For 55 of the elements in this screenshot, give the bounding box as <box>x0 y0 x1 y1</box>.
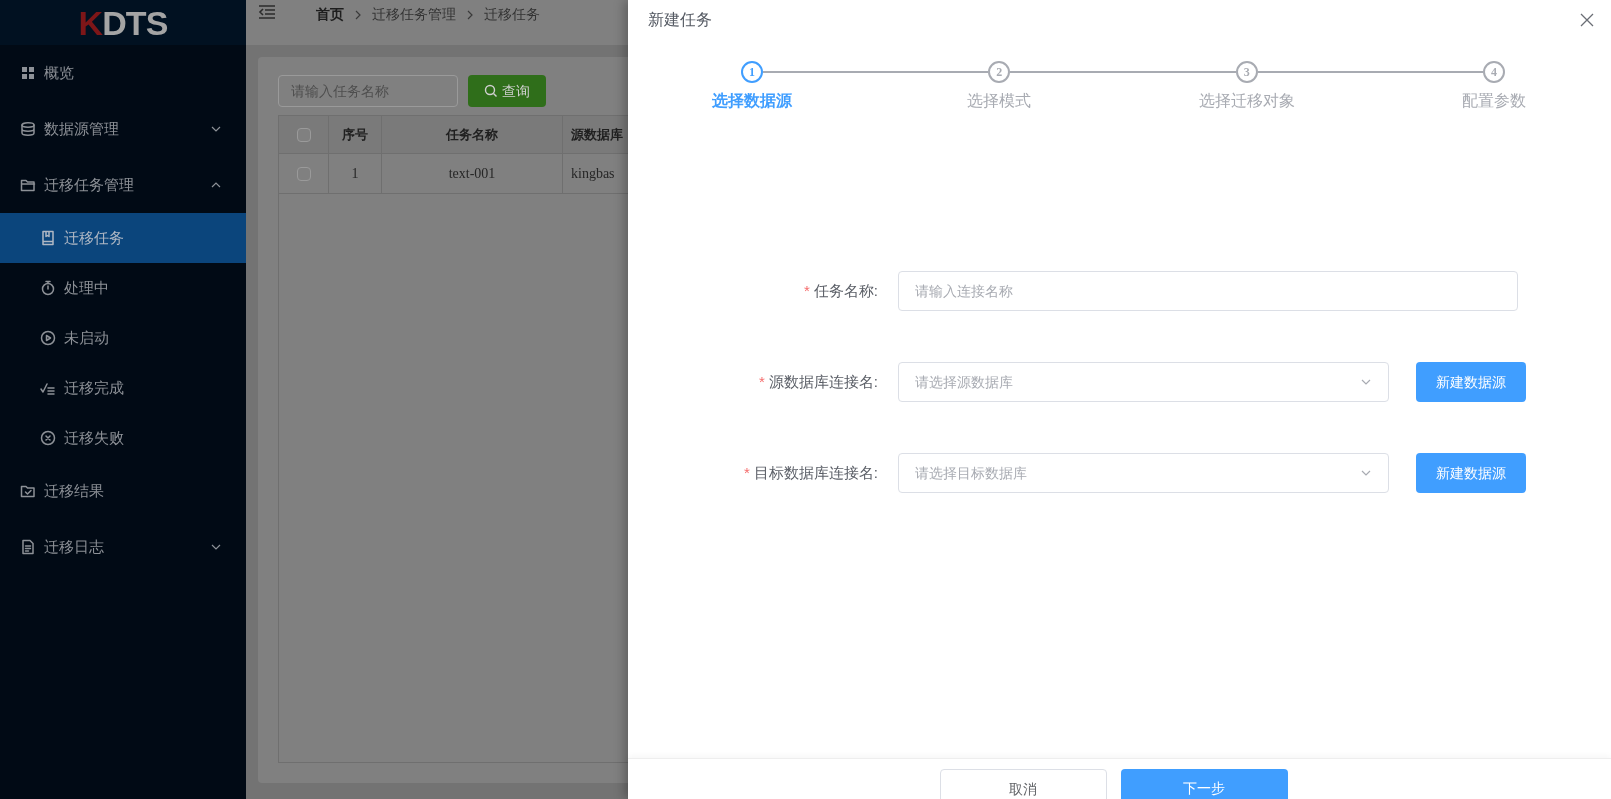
sidebar-subitem[interactable]: 迁移失败 <box>0 413 246 463</box>
step-number: 4 <box>1483 61 1505 83</box>
sidebar-subitem[interactable]: 未启动 <box>0 313 246 363</box>
breadcrumb-link[interactable]: 迁移任务管理 <box>372 4 456 25</box>
new-datasource-button[interactable]: 新建数据源 <box>1416 362 1526 402</box>
step-label: 配置参数 <box>1462 91 1526 111</box>
column-header: 序号 <box>342 125 368 144</box>
step-number: 1 <box>741 61 763 83</box>
grid-icon <box>20 65 36 81</box>
field-label: 目标数据库连接名: <box>753 462 878 483</box>
step-number: 3 <box>1235 61 1258 83</box>
field-label: 源数据库连接名: <box>768 371 878 392</box>
checkbox[interactable] <box>296 127 311 142</box>
folder-icon <box>20 177 36 193</box>
breadcrumb-link[interactable]: 迁移任务 <box>484 4 540 25</box>
cancel-button[interactable]: 取消 <box>939 769 1107 799</box>
required-mark: * <box>804 280 810 301</box>
menu-icon[interactable] <box>258 5 276 19</box>
close-icon[interactable] <box>1579 12 1595 28</box>
search-button[interactable]: 查询 <box>468 75 546 107</box>
sidebar-subitem[interactable]: 迁移完成 <box>0 363 246 413</box>
step-label: 选择模式 <box>967 91 1032 111</box>
table-cell-text: 1 <box>351 165 359 183</box>
folder-check-icon <box>20 483 36 499</box>
sidebar-item[interactable]: 迁移结果 <box>0 463 246 519</box>
sidebar-item[interactable]: 数据源管理 <box>0 101 246 157</box>
checkbox[interactable] <box>296 166 311 181</box>
column-header: 任务名称 <box>446 125 498 144</box>
timer-icon <box>40 280 56 296</box>
table-cell-text: text-001 <box>448 165 496 183</box>
check-list-icon <box>40 380 56 396</box>
step-label: 选择迁移对象 <box>1198 91 1295 111</box>
step-number: 2 <box>988 61 1011 83</box>
drawer-title: 新建任务 <box>648 10 712 30</box>
required-mark: * <box>759 371 765 392</box>
sidebar-subitem[interactable]: 处理中 <box>0 263 246 313</box>
next-button[interactable]: 下一步 <box>1120 769 1288 799</box>
step-label: 选择数据源 <box>712 91 792 111</box>
sidebar-item[interactable]: 迁移任务管理 <box>0 157 246 213</box>
sidebar-subitem[interactable]: 迁移任务 <box>0 213 246 263</box>
search-icon <box>484 84 498 98</box>
required-mark: * <box>744 462 750 483</box>
book-icon <box>40 230 56 246</box>
sidebar-item[interactable]: 概览 <box>0 45 246 101</box>
sidebar-item[interactable]: 迁移日志 <box>0 519 246 575</box>
database-icon <box>20 121 36 137</box>
document-icon <box>20 539 36 555</box>
field-label: 任务名称: <box>813 280 878 301</box>
new-datasource-button[interactable]: 新建数据源 <box>1416 453 1526 493</box>
logo: KDTS <box>78 5 168 40</box>
breadcrumb-link[interactable]: 首页 <box>316 4 344 25</box>
close-circle-icon <box>40 430 56 446</box>
play-icon <box>40 330 56 346</box>
column-header: 源数据库 <box>571 125 623 144</box>
table-cell-text: kingbas <box>571 165 615 183</box>
